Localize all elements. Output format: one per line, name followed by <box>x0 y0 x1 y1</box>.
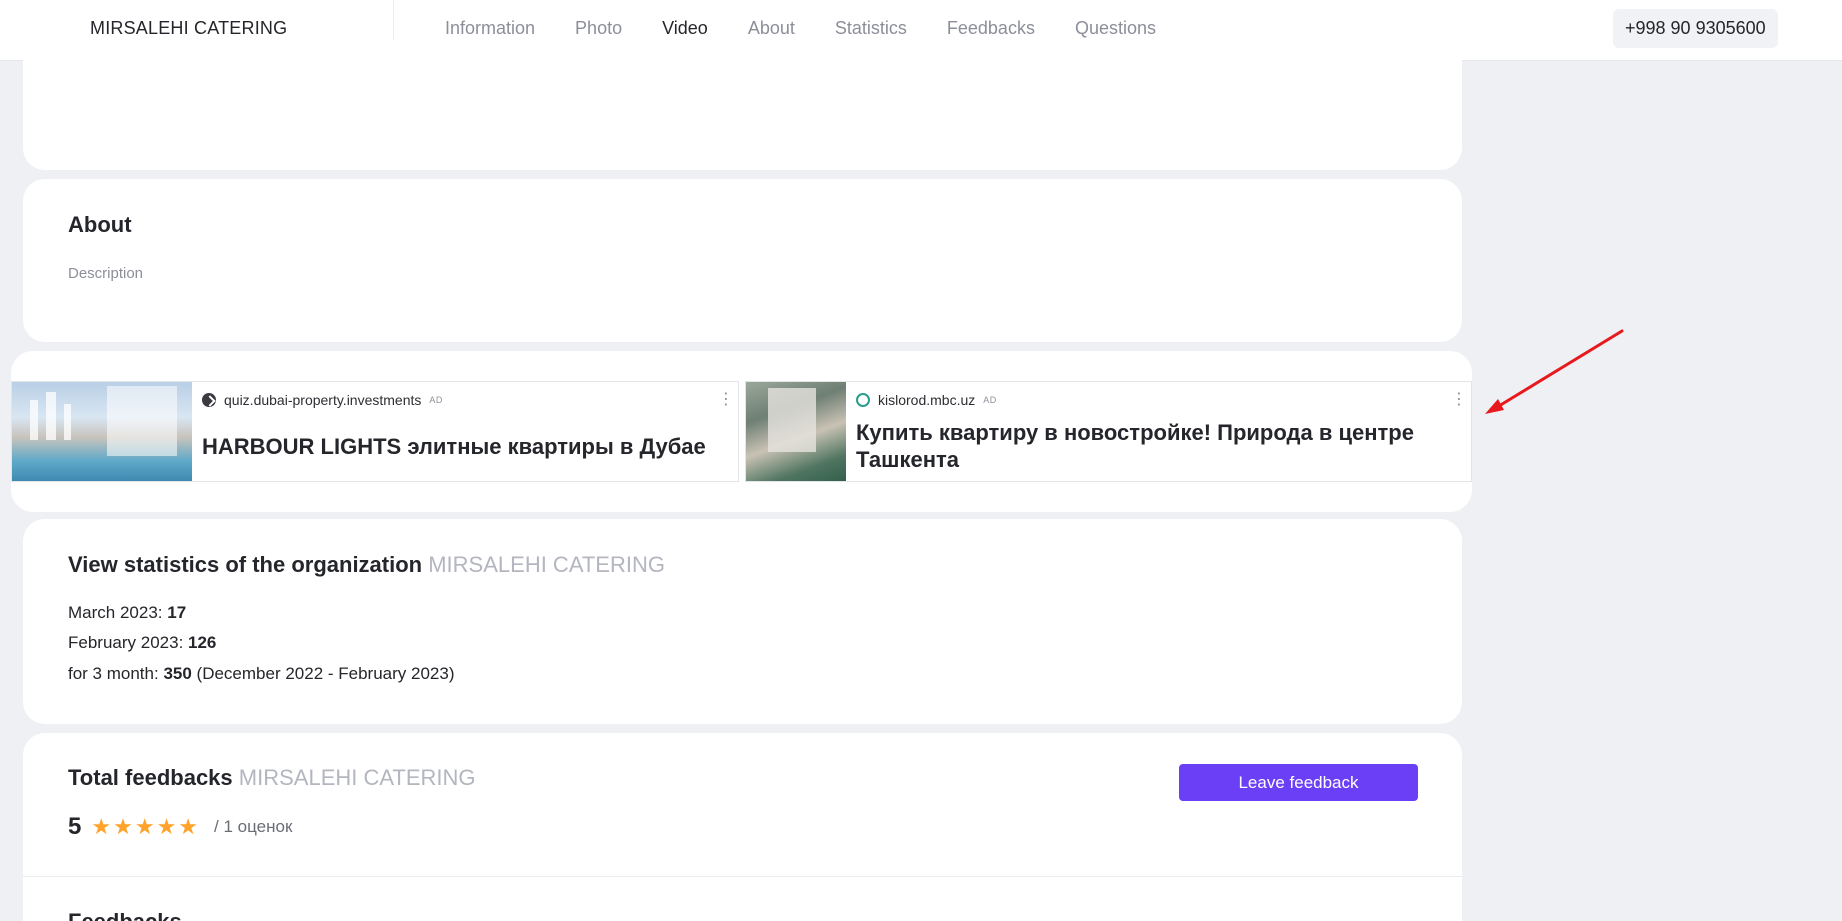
ad-image-dubai <box>12 382 192 481</box>
star-icon: ★ <box>91 814 112 839</box>
ad-source-domain: kislorod.mbc.uz <box>878 392 976 408</box>
rating-summary: 5 ★ ★ ★ ★ ★ / 1 оценок <box>68 813 292 841</box>
feedback-title: Total feedbacks MIRSALEHI CATERING <box>68 765 476 791</box>
stat-row: February 2023: 126 <box>68 633 216 653</box>
ad-badge: AD <box>429 395 443 405</box>
about-description: Description <box>68 265 144 282</box>
stat-period: (December 2022 - February 2023) <box>191 664 455 683</box>
ad-source-domain: quiz.dubai-property.investments <box>224 392 422 408</box>
ad-title[interactable]: Купить квартиру в новостройке! Природа в… <box>856 419 1446 473</box>
stat-label: March 2023: <box>68 603 168 622</box>
ad-source: quiz.dubai-property.investments AD <box>202 390 443 410</box>
ad-card-dubai[interactable]: quiz.dubai-property.investments AD ⋮ HAR… <box>11 381 739 482</box>
ad-image-building <box>746 382 846 481</box>
red-arrow-icon <box>1485 329 1624 414</box>
about-title: About <box>68 212 132 237</box>
more-vertical-icon[interactable]: ⋮ <box>718 390 734 410</box>
ad-source: kislorod.mbc.uz AD <box>856 390 997 410</box>
phone-button[interactable]: +998 90 9305600 <box>1613 9 1778 48</box>
feedback-org-name: MIRSALEHI CATERING <box>238 765 476 790</box>
rating-count: / 1 оценок <box>214 817 293 836</box>
leave-feedback-button[interactable]: Leave feedback <box>1179 764 1418 801</box>
more-vertical-icon[interactable]: ⋮ <box>1451 390 1467 410</box>
stat-label: February 2023: <box>68 633 189 652</box>
rating-value: 5 <box>68 813 82 840</box>
star-icon: ★ <box>134 814 155 839</box>
stat-row: March 2023: 17 <box>68 603 186 623</box>
ad-banner-strip: quiz.dubai-property.investments AD ⋮ HAR… <box>11 351 1472 512</box>
arrow-circle-icon <box>202 393 216 407</box>
ad-card-tashkent[interactable]: kislorod.mbc.uz AD ⋮ Купить квартиру в н… <box>745 381 1472 482</box>
statistics-card: View statistics of the organization MIRS… <box>23 519 1462 724</box>
video-card <box>23 40 1462 170</box>
feedback-card: Total feedbacks MIRSALEHI CATERING Leave… <box>23 733 1462 921</box>
feedbacks-section-title: Feedbacks <box>68 909 182 921</box>
statistics-org-name: MIRSALEHI CATERING <box>428 552 665 577</box>
ad-title[interactable]: HARBOUR LIGHTS элитные квартиры в Дубае <box>202 433 722 460</box>
about-card: About Description <box>23 179 1462 342</box>
star-icon: ★ <box>113 814 133 839</box>
statistics-heading: View statistics of the organization <box>68 552 423 577</box>
star-icon: ★ <box>156 814 177 839</box>
ad-badge: AD <box>983 395 997 405</box>
star-icon: ★ <box>178 814 199 839</box>
stat-value: 350 <box>163 664 192 683</box>
feedback-heading: Total feedbacks <box>68 765 233 790</box>
feedback-divider <box>23 876 1462 877</box>
statistics-title: View statistics of the organization MIRS… <box>68 552 665 578</box>
leaf-logo-icon <box>856 393 870 407</box>
stat-value: 126 <box>188 633 217 652</box>
stat-value: 17 <box>167 603 187 622</box>
stat-row: for 3 month: 350 (December 2022 - Februa… <box>68 664 455 684</box>
stat-label: for 3 month: <box>68 664 164 683</box>
